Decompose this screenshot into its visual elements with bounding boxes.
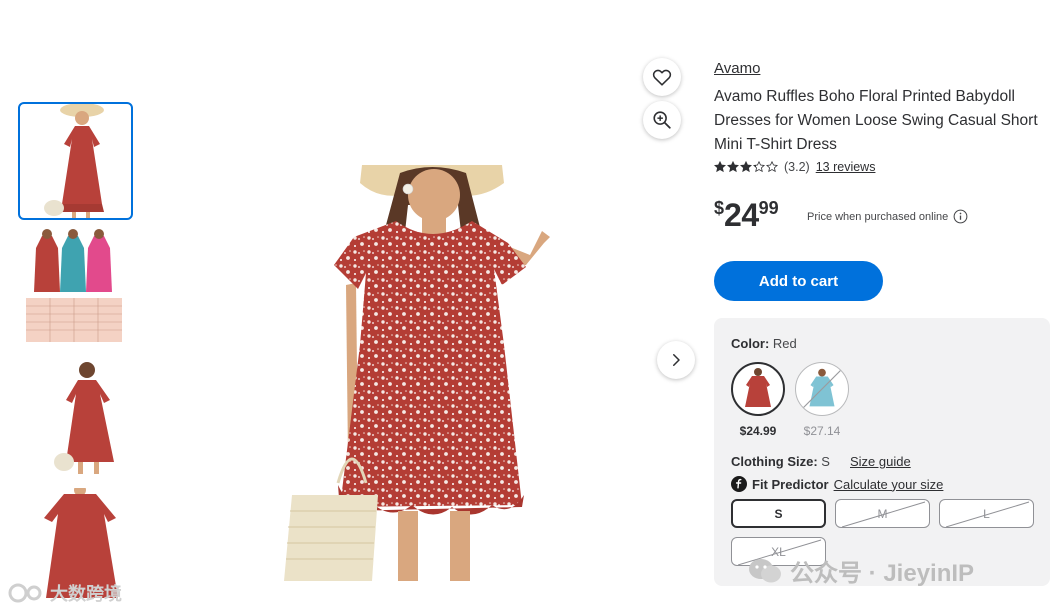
reviews-link[interactable]: 13 reviews — [816, 160, 876, 174]
watermark-left: 大数跨境 — [8, 580, 122, 606]
size-guide-link[interactable]: Size guide — [850, 454, 911, 469]
price-currency: $ — [714, 198, 725, 218]
fit-predictor-label: Fit Predictor — [752, 476, 829, 492]
watermark-left-text: 大数跨境 — [50, 584, 122, 604]
info-icon[interactable] — [953, 209, 968, 224]
fit-predictor-row: Fit Predictor Calculate your size — [731, 476, 943, 492]
color-value: Red — [772, 336, 797, 351]
color-swatch-blue[interactable] — [795, 362, 849, 416]
thumbnail-3[interactable] — [18, 358, 133, 476]
price-whole: 24 — [724, 197, 759, 233]
price-cents: 99 — [758, 198, 779, 218]
zoom-button[interactable] — [643, 101, 681, 139]
watermark-right-text: 公众号 · JieyinIP — [790, 560, 975, 587]
star-icon — [753, 161, 765, 173]
thumbnail-2[interactable] — [18, 228, 133, 346]
size-option-label: S — [774, 506, 783, 521]
color-label: Color: — [731, 336, 770, 351]
brand-link[interactable]: Avamo — [714, 60, 760, 77]
size-value: S — [821, 454, 830, 469]
chevron-right-icon — [673, 354, 680, 366]
star-rating — [714, 161, 779, 173]
fit-predictor-icon — [731, 476, 747, 492]
color-price-blue: $27.14 — [803, 424, 841, 438]
price-note: Price when purchased online — [807, 209, 968, 224]
star-icon — [714, 161, 726, 173]
star-icon — [740, 161, 752, 173]
size-option-l[interactable]: L — [939, 499, 1034, 528]
favorite-button[interactable] — [643, 58, 681, 96]
star-icon — [766, 161, 778, 173]
price: $ 24 99 — [714, 195, 779, 235]
rating-value: (3.2) — [784, 160, 810, 174]
heart-icon — [652, 69, 672, 86]
star-icon — [727, 161, 739, 173]
rating-row: (3.2) 13 reviews — [714, 160, 875, 174]
product-title: Avamo Ruffles Boho Floral Printed Babydo… — [714, 88, 1038, 153]
calculate-size-link[interactable]: Calculate your size — [834, 477, 944, 492]
size-label-row: Clothing Size: S — [731, 454, 830, 469]
size-label: Clothing Size: — [731, 454, 818, 469]
size-option-s[interactable]: S — [731, 499, 826, 528]
thumbnail-1[interactable] — [18, 102, 133, 220]
color-label-row: Color: Red — [731, 336, 797, 351]
main-product-image — [282, 165, 564, 581]
color-swatch-red[interactable] — [731, 362, 785, 416]
color-price-red: $24.99 — [739, 424, 777, 438]
price-note-text: Price when purchased online — [807, 210, 949, 223]
zoom-in-icon — [653, 111, 671, 129]
wechat-icon — [749, 558, 781, 582]
logo-icon — [8, 583, 42, 603]
next-image-button[interactable] — [657, 341, 695, 379]
watermark-right: 公众号 · JieyinIP — [748, 553, 974, 588]
add-to-cart-button[interactable]: Add to cart — [714, 261, 883, 301]
size-option-m[interactable]: M — [835, 499, 930, 528]
